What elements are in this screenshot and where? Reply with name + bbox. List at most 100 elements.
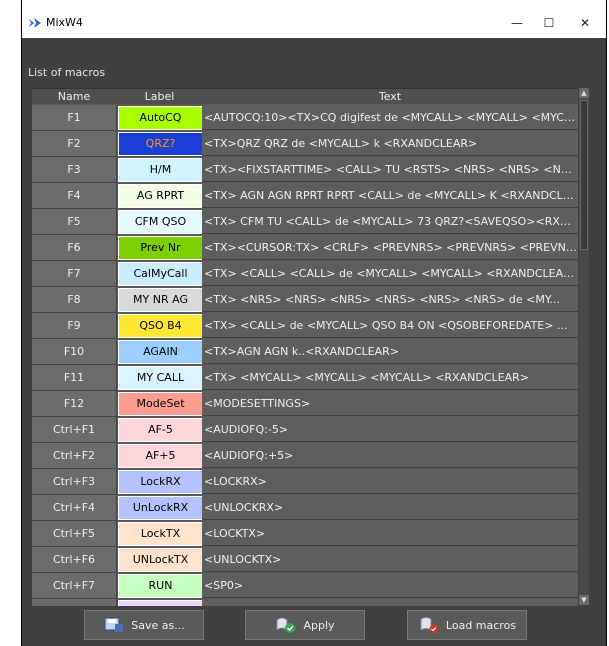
vertical-scrollbar[interactable]: ▲ ▼	[579, 88, 589, 605]
apply-label: Apply	[303, 618, 335, 632]
column-header-name[interactable]: Name	[32, 89, 116, 104]
table-row[interactable]: Ctrl+F4 UnLockRX <UNLOCKRX>	[32, 495, 578, 521]
save-as-button[interactable]: Save as...	[84, 610, 204, 640]
macro-name-cell[interactable]: F11	[32, 365, 117, 391]
macro-label-cell[interactable]: Prev Nr	[118, 236, 203, 260]
scroll-up-arrow-icon[interactable]: ▲	[579, 88, 589, 98]
macro-name-cell[interactable]: Ctrl+F8	[32, 599, 117, 606]
macro-label-cell[interactable]: AF+5	[118, 444, 203, 468]
load-macros-label: Load macros	[445, 618, 517, 632]
table-row[interactable]: F11 MY CALL <TX> <MYCALL> <MYCALL> <MYCALL…	[32, 365, 578, 391]
macro-text-cell[interactable]: <TX> CFM TU <CALL> de <MYCALL> 73 QRZ?<S…	[202, 209, 578, 234]
save-icon	[104, 617, 124, 632]
macro-label-cell[interactable]: SP	[118, 600, 203, 606]
macro-name-cell[interactable]: F2	[32, 131, 117, 157]
table-row[interactable]: Ctrl+F8SP<UNLOCKTX><UNLOCKRX><SP1>	[32, 599, 578, 606]
maximize-button[interactable]: ☐	[534, 12, 564, 34]
macro-name-cell[interactable]: Ctrl+F5	[32, 521, 117, 547]
title-bar[interactable]: MixW4 — ☐ ✕	[22, 8, 606, 38]
table-row[interactable]: F2 QRZ? <TX>QRZ QRZ de <MYCALL> k <RXANDCL…	[32, 131, 578, 157]
load-macros-button[interactable]: Load macros	[407, 610, 527, 640]
column-header-text[interactable]: Text	[202, 89, 578, 104]
macro-name-cell[interactable]: Ctrl+F4	[32, 495, 117, 521]
scroll-down-arrow-icon[interactable]: ▼	[579, 595, 589, 605]
macro-text-cell[interactable]: <UNLOCKTX><UNLOCKRX><SP1>	[202, 599, 578, 606]
macro-label-cell[interactable]: LockTX	[118, 522, 203, 546]
macro-label-cell[interactable]: CalMyCall	[118, 262, 203, 286]
macros-table[interactable]: Name Label Text F1 AutoCQ <AUTOCQ:10><TX>C…	[32, 88, 578, 606]
macro-label-cell[interactable]: AG RPRT	[118, 184, 203, 208]
table-row[interactable]: Ctrl+F3 LockRX <LOCKRX>	[32, 469, 578, 495]
macro-text-cell[interactable]: <SP0>	[202, 573, 578, 598]
table-row[interactable]: F8 MY NR AG <TX> <NRS> <NRS> <NRS> <NRS> <…	[32, 287, 578, 313]
macro-label-cell[interactable]: ModeSet	[118, 392, 203, 416]
macro-label-cell[interactable]: QRZ?	[118, 132, 203, 156]
macro-name-cell[interactable]: Ctrl+F1	[32, 417, 117, 443]
macro-name-cell[interactable]: Ctrl+F6	[32, 547, 117, 573]
macro-text-cell[interactable]: <AUTOCQ:10><TX>CQ digifest de <MYCALL> <…	[202, 105, 578, 130]
macro-text-cell[interactable]: <TX> <CALL> <CALL> de <MYCALL> <MYCALL> …	[202, 261, 578, 286]
macro-text-cell[interactable]: <MODESETTINGS>	[202, 391, 578, 416]
macro-text-cell[interactable]: <TX> <NRS> <NRS> <NRS> <NRS> <NRS> <NRS>…	[202, 287, 578, 312]
macro-text-cell[interactable]: <TX> AGN AGN RPRT RPRT <CALL> de <MYCALL…	[202, 183, 578, 208]
macro-text-cell[interactable]: <UNLOCKTX>	[202, 547, 578, 572]
table-row[interactable]: F4 AG RPRT <TX> AGN AGN RPRT RPRT <CALL> d…	[32, 183, 578, 209]
table-row[interactable]: Ctrl+F5 LockTX <LOCKTX>	[32, 521, 578, 547]
table-row[interactable]: F1 AutoCQ <AUTOCQ:10><TX>CQ digifest de <M…	[32, 105, 578, 131]
macro-text-cell[interactable]: <AUDIOFQ:-5>	[202, 417, 578, 442]
macro-label-cell[interactable]: RUN	[118, 574, 203, 598]
macro-label-cell[interactable]: QSO B4	[118, 314, 203, 338]
scroll-thumb[interactable]	[580, 100, 588, 250]
macro-text-cell[interactable]: <TX>QRZ QRZ de <MYCALL> k <RXANDCLEAR>	[202, 131, 578, 156]
macro-text-cell[interactable]: <TX> <CALL> de <MYCALL> QSO B4 ON <QSOBE…	[202, 313, 578, 338]
minimize-button[interactable]: —	[502, 12, 532, 34]
macro-label-cell[interactable]: MY NR AG	[118, 288, 203, 312]
close-button[interactable]: ✕	[570, 12, 600, 34]
macro-label-cell[interactable]: H/M	[118, 158, 203, 182]
table-row[interactable]: Ctrl+F7 RUN <SP0>	[32, 573, 578, 599]
table-row[interactable]: Ctrl+F6 UNLockTX <UNLOCKTX>	[32, 547, 578, 573]
macro-text-cell[interactable]: <TX> <MYCALL> <MYCALL> <MYCALL> <RXANDCL…	[202, 365, 578, 390]
macro-name-cell[interactable]: F1	[32, 105, 117, 131]
macro-label-cell[interactable]: CFM QSO	[118, 210, 203, 234]
table-row[interactable]: F12 ModeSet <MODESETTINGS>	[32, 391, 578, 417]
macro-text-cell[interactable]: <TX>AGN AGN k..<RXANDCLEAR>	[202, 339, 578, 364]
macro-text-cell[interactable]: <AUDIOFQ:+5>	[202, 443, 578, 468]
macro-label-cell[interactable]: UnLockRX	[118, 496, 203, 520]
table-row[interactable]: F5 CFM QSO <TX> CFM TU <CALL> de <MYCALL> …	[32, 209, 578, 235]
apply-button[interactable]: Apply	[245, 610, 365, 640]
table-row[interactable]: Ctrl+F1 AF-5 <AUDIOFQ:-5>	[32, 417, 578, 443]
macro-text-cell[interactable]: <LOCKRX>	[202, 469, 578, 494]
window-title: MixW4	[46, 16, 83, 29]
macro-name-cell[interactable]: F4	[32, 183, 117, 209]
macro-label-cell[interactable]: AGAIN	[118, 340, 203, 364]
table-row[interactable]: F9 QSO B4 <TX> <CALL> de <MYCALL> QSO B4 O…	[32, 313, 578, 339]
macro-name-cell[interactable]: F8	[32, 287, 117, 313]
macro-name-cell[interactable]: F12	[32, 391, 117, 417]
macro-name-cell[interactable]: Ctrl+F7	[32, 573, 117, 599]
macro-name-cell[interactable]: F9	[32, 313, 117, 339]
macro-name-cell[interactable]: F10	[32, 339, 117, 365]
macro-label-cell[interactable]: AF-5	[118, 418, 203, 442]
macro-text-cell[interactable]: <TX><CURSOR:TX> <CRLF> <PREVNRS> <PREVNR…	[202, 235, 578, 260]
table-row[interactable]: Ctrl+F2 AF+5 <AUDIOFQ:+5>	[32, 443, 578, 469]
macro-label-cell[interactable]: MY CALL	[118, 366, 203, 390]
macro-name-cell[interactable]: Ctrl+F3	[32, 469, 117, 495]
column-header-label[interactable]: Label	[118, 89, 201, 104]
macro-name-cell[interactable]: Ctrl+F2	[32, 443, 117, 469]
macro-label-cell[interactable]: AutoCQ	[118, 106, 203, 130]
macro-label-cell[interactable]: LockRX	[118, 470, 203, 494]
macro-text-cell[interactable]: <TX><FIXSTARTTIME> <CALL> TU <RSTS> <NRS…	[202, 157, 578, 182]
table-row[interactable]: F6 Prev Nr <TX><CURSOR:TX> <CRLF> <PREVNRS…	[32, 235, 578, 261]
macro-name-cell[interactable]: F6	[32, 235, 117, 261]
macro-text-cell[interactable]: <LOCKTX>	[202, 521, 578, 546]
macro-text-cell[interactable]: <UNLOCKRX>	[202, 495, 578, 520]
section-label: List of macros	[28, 66, 106, 79]
table-row[interactable]: F7 CalMyCall <TX> <CALL> <CALL> de <MYCALL…	[32, 261, 578, 287]
table-row[interactable]: F10 AGAIN <TX>AGN AGN k..<RXANDCLEAR>	[32, 339, 578, 365]
macro-name-cell[interactable]: F7	[32, 261, 117, 287]
table-row[interactable]: F3 H/M <TX><FIXSTARTTIME> <CALL> TU <RSTS>…	[32, 157, 578, 183]
macro-label-cell[interactable]: UNLockTX	[118, 548, 203, 572]
macro-name-cell[interactable]: F5	[32, 209, 117, 235]
macro-name-cell[interactable]: F3	[32, 157, 117, 183]
